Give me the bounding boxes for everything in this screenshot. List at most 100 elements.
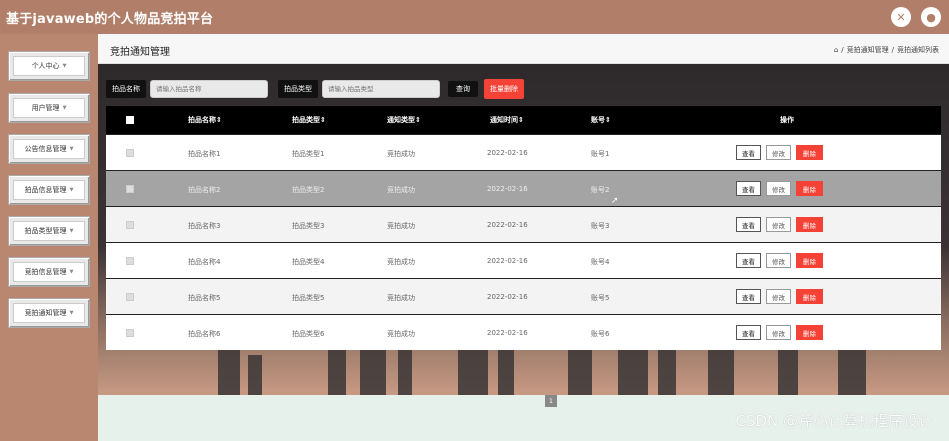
view-button[interactable]: 查看 xyxy=(736,289,761,304)
cell-notice-type: 竞拍成功 xyxy=(387,330,415,338)
cell-notice-time: 2022-02-16 xyxy=(487,185,528,193)
row-actions: 查看 修改 删除 xyxy=(736,253,823,268)
column-header-item-type[interactable]: 拍品类型⇕ xyxy=(292,115,326,125)
chevron-down-icon: ▼ xyxy=(69,146,74,152)
cell-item-name: 拍品名称4 xyxy=(188,258,221,266)
row-actions: 查看 修改 删除 xyxy=(736,325,823,340)
edit-button[interactable]: 修改 xyxy=(766,181,791,196)
cell-account: 账号3 xyxy=(591,222,610,230)
cell-account: 账号6 xyxy=(591,330,610,338)
row-checkbox[interactable] xyxy=(126,185,134,193)
column-header-notice-time[interactable]: 通知时间⇕ xyxy=(490,115,524,125)
row-checkbox[interactable] xyxy=(126,257,134,265)
chevron-down-icon: ▼ xyxy=(62,105,67,111)
close-icon[interactable]: ✕ xyxy=(891,7,911,27)
notice-table: 拍品名称⇕ 拍品类型⇕ 通知类型⇕ 通知时间⇕ 账号⇕ 操作 拍品名称1 拍品类… xyxy=(106,106,941,350)
column-header-account[interactable]: 账号⇕ xyxy=(591,115,611,125)
app-title: 基于javaweb的个人物品竞拍平台 xyxy=(6,11,214,27)
cell-item-type: 拍品类型4 xyxy=(292,258,325,266)
sidebar-item-label: 竞拍通知管理 xyxy=(24,309,67,317)
row-actions: 查看 修改 删除 xyxy=(736,217,823,232)
cell-notice-type: 竞拍成功 xyxy=(387,258,415,266)
row-actions: 查看 修改 删除 xyxy=(736,145,823,160)
item-type-label: 拍品类型 xyxy=(278,80,318,98)
cell-item-type: 拍品类型1 xyxy=(292,150,325,158)
view-button[interactable]: 查看 xyxy=(736,217,761,232)
batch-delete-button[interactable]: 批量删除 xyxy=(484,79,524,99)
edit-button[interactable]: 修改 xyxy=(766,325,791,340)
sidebar: 个人中心 ▼ 用户管理 ▼ 公告信息管理 ▼ 拍品信息管理 ▼ 拍品类型管理 ▼ 竞拍信息… xyxy=(0,34,98,441)
breadcrumb-item[interactable]: 竞拍通知管理 xyxy=(847,45,889,55)
search-bar: 拍品名称 拍品类型 查询 批量删除 xyxy=(106,79,524,99)
cell-notice-time: 2022-02-16 xyxy=(487,257,528,265)
cell-account: 账号1 xyxy=(591,150,610,158)
cell-item-name: 拍品名称1 xyxy=(188,150,221,158)
cell-account: 账号5 xyxy=(591,294,610,302)
cell-item-type: 拍品类型5 xyxy=(292,294,325,302)
column-header-item-name[interactable]: 拍品名称⇕ xyxy=(188,115,222,125)
top-icons: ✕ ● xyxy=(891,7,941,27)
delete-button[interactable]: 删除 xyxy=(796,217,823,232)
sidebar-item-auction-info[interactable]: 竞拍信息管理 ▼ xyxy=(8,257,90,287)
view-button[interactable]: 查看 xyxy=(736,253,761,268)
cell-notice-time: 2022-02-16 xyxy=(487,149,528,157)
table-row[interactable]: 拍品名称5 拍品类型5 竞拍成功 2022-02-16 账号5 查看 修改 删除 xyxy=(106,278,941,314)
sidebar-item-label: 拍品类型管理 xyxy=(24,227,67,235)
column-header-notice-type[interactable]: 通知类型⇕ xyxy=(387,115,421,125)
chevron-down-icon: ▼ xyxy=(69,228,74,234)
cell-notice-type: 竞拍成功 xyxy=(387,150,415,158)
sidebar-item-label: 公告信息管理 xyxy=(24,145,67,153)
cell-item-type: 拍品类型2 xyxy=(292,186,325,194)
view-button[interactable]: 查看 xyxy=(736,181,761,196)
user-icon[interactable]: ● xyxy=(921,7,941,27)
select-all-checkbox[interactable] xyxy=(126,116,134,124)
item-type-input[interactable] xyxy=(322,80,440,98)
breadcrumb-item: 竞拍通知列表 xyxy=(897,46,939,54)
view-button[interactable]: 查看 xyxy=(736,325,761,340)
delete-button[interactable]: 删除 xyxy=(796,181,823,196)
item-name-input[interactable] xyxy=(150,80,268,98)
sidebar-item-announcement[interactable]: 公告信息管理 ▼ xyxy=(8,134,90,164)
sidebar-item-auction-notice[interactable]: 竞拍通知管理 ▼ xyxy=(8,298,90,328)
query-button[interactable]: 查询 xyxy=(448,81,478,97)
sidebar-item-label: 拍品信息管理 xyxy=(24,186,67,194)
edit-button[interactable]: 修改 xyxy=(766,145,791,160)
row-checkbox[interactable] xyxy=(126,221,134,229)
pagination-page-button[interactable]: 1 xyxy=(545,395,557,407)
edit-button[interactable]: 修改 xyxy=(766,289,791,304)
table-row[interactable]: 拍品名称1 拍品类型1 竞拍成功 2022-02-16 账号1 查看 修改 删除 xyxy=(106,134,941,170)
cell-account: 账号4 xyxy=(591,258,610,266)
row-checkbox[interactable] xyxy=(126,149,134,157)
chevron-down-icon: ▼ xyxy=(62,63,67,69)
cell-item-name: 拍品名称6 xyxy=(188,330,221,338)
cell-notice-type: 竞拍成功 xyxy=(387,186,415,194)
sidebar-item-user-management[interactable]: 用户管理 ▼ xyxy=(8,93,90,123)
table-header: 拍品名称⇕ 拍品类型⇕ 通知类型⇕ 通知时间⇕ 账号⇕ 操作 xyxy=(106,106,941,134)
sort-icon: ⇕ xyxy=(415,116,421,124)
sidebar-item-personal-center[interactable]: 个人中心 ▼ xyxy=(8,51,90,81)
delete-button[interactable]: 删除 xyxy=(796,325,823,340)
edit-button[interactable]: 修改 xyxy=(766,253,791,268)
delete-button[interactable]: 删除 xyxy=(796,289,823,304)
table-row[interactable]: 拍品名称4 拍品类型4 竞拍成功 2022-02-16 账号4 查看 修改 删除 xyxy=(106,242,941,278)
home-icon[interactable]: ⌂ xyxy=(834,46,838,54)
cell-item-name: 拍品名称2 xyxy=(188,186,221,194)
view-button[interactable]: 查看 xyxy=(736,145,761,160)
table-row[interactable]: 拍品名称2 拍品类型2 竞拍成功 2022-02-16 账号2 查看 修改 删除 xyxy=(106,170,941,206)
sidebar-item-label: 竞拍信息管理 xyxy=(24,268,67,276)
row-checkbox[interactable] xyxy=(126,329,134,337)
delete-button[interactable]: 删除 xyxy=(796,145,823,160)
sort-icon: ⇕ xyxy=(518,116,524,124)
cell-item-type: 拍品类型6 xyxy=(292,330,325,338)
cell-item-name: 拍品名称3 xyxy=(188,222,221,230)
table-row[interactable]: 拍品名称3 拍品类型3 竞拍成功 2022-02-16 账号3 查看 修改 删除 xyxy=(106,206,941,242)
row-checkbox[interactable] xyxy=(126,293,134,301)
chevron-down-icon: ▼ xyxy=(69,310,74,316)
sidebar-item-item-info[interactable]: 拍品信息管理 ▼ xyxy=(8,175,90,205)
table-row[interactable]: 拍品名称6 拍品类型6 竞拍成功 2022-02-16 账号6 查看 修改 删除 xyxy=(106,314,941,350)
cell-item-type: 拍品类型3 xyxy=(292,222,325,230)
sidebar-item-label: 个人中心 xyxy=(31,62,60,70)
sidebar-item-item-type[interactable]: 拍品类型管理 ▼ xyxy=(8,216,90,246)
delete-button[interactable]: 删除 xyxy=(796,253,823,268)
edit-button[interactable]: 修改 xyxy=(766,217,791,232)
